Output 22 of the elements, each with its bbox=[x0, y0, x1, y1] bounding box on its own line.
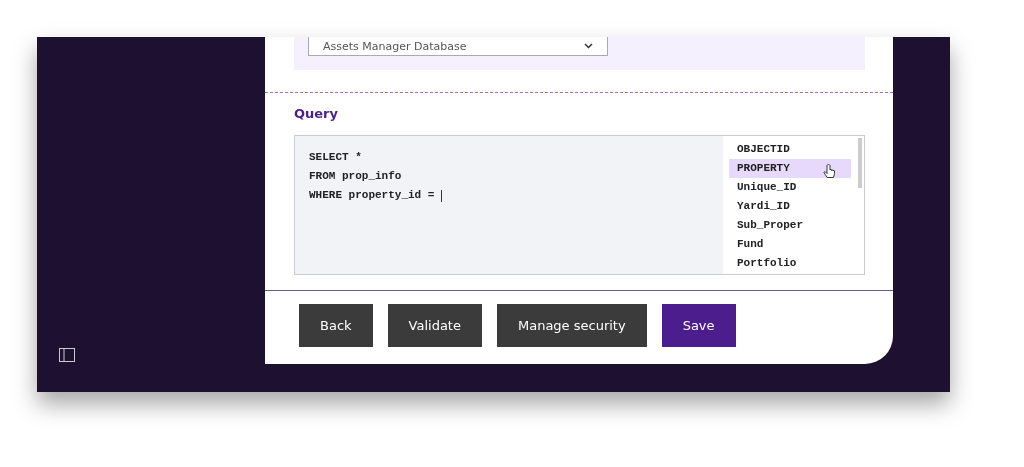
sidebar-toggle-icon[interactable] bbox=[59, 348, 75, 362]
chevron-down-icon bbox=[584, 43, 593, 49]
suggestion-item[interactable]: PROPERTY bbox=[729, 159, 851, 178]
query-editor[interactable]: SELECT * FROM prop_info WHERE property_id = OBJECTID PROPERTY Unique_ID Yardi_ID Sub_Proper Fund Portfolio bbox=[294, 135, 865, 275]
text-cursor bbox=[441, 189, 443, 202]
scrollbar-thumb[interactable] bbox=[858, 138, 862, 188]
suggestion-item[interactable]: Portfolio bbox=[729, 254, 851, 273]
suggestion-item[interactable]: Sub_Proper bbox=[729, 216, 851, 235]
suggestion-item[interactable]: Fund bbox=[729, 235, 851, 254]
suggestion-item[interactable]: Yardi_ID bbox=[729, 197, 851, 216]
secondary-button[interactable]: Manage security bbox=[496, 304, 647, 347]
data-source-select[interactable]: Assets Manager Database bbox=[308, 37, 608, 56]
code-line: SELECT * bbox=[309, 150, 362, 165]
code-line: WHERE property_id = bbox=[309, 188, 436, 203]
suggestion-item[interactable]: OBJECTID bbox=[729, 140, 851, 159]
suggestion-item[interactable]: Unique_ID bbox=[729, 178, 851, 197]
secondary-button[interactable]: Back bbox=[299, 304, 373, 347]
hand-pointer-icon bbox=[823, 164, 836, 179]
secondary-button[interactable]: Validate bbox=[387, 304, 482, 347]
primary-button[interactable]: Save bbox=[661, 304, 736, 347]
code-line: FROM prop_info bbox=[309, 169, 402, 184]
query-label: Query bbox=[294, 106, 339, 121]
